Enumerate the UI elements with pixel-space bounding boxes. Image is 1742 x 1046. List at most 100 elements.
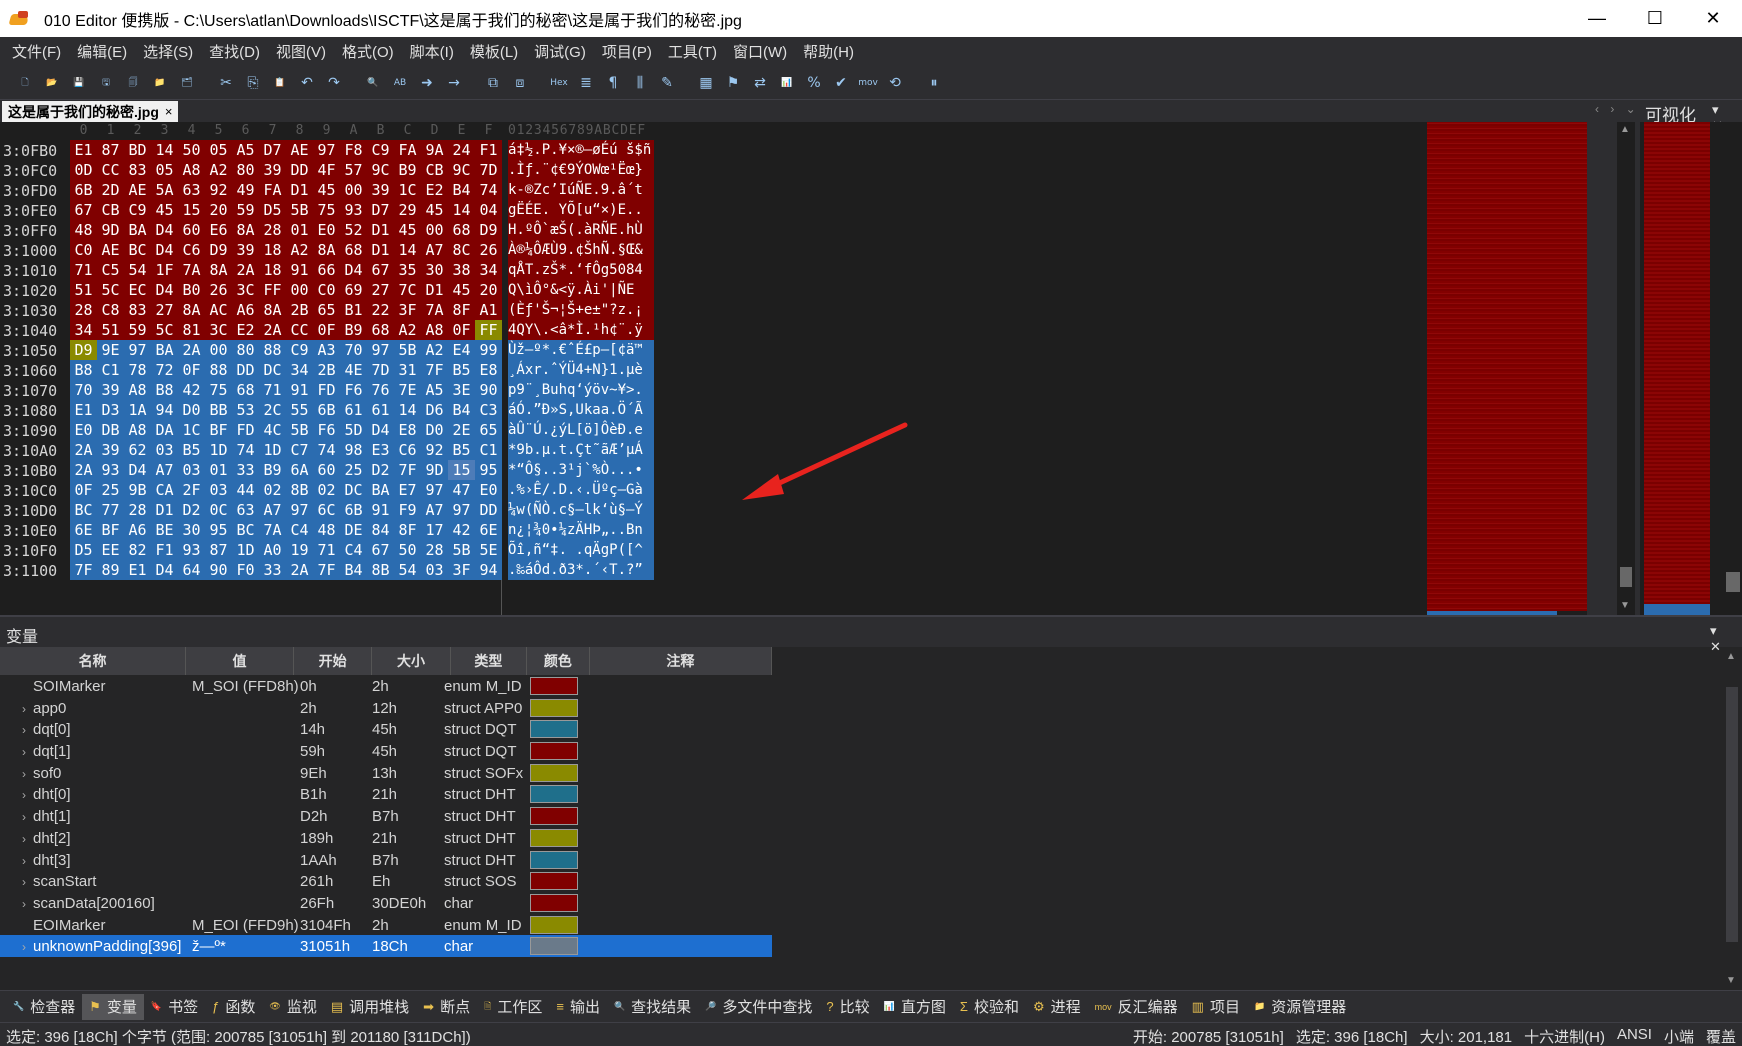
redo-icon[interactable]: ↷ (323, 72, 345, 94)
menu-item[interactable]: 文件(F) (4, 41, 69, 62)
hex-byte[interactable]: 9E (97, 340, 124, 360)
hex-byte[interactable]: 7F (421, 360, 448, 380)
hex-byte[interactable]: 93 (340, 200, 367, 220)
hex-byte[interactable]: 1F (151, 260, 178, 280)
tab-explorer[interactable]: 📁 资源管理器 (1247, 994, 1353, 1020)
hex-byte[interactable]: 34 (70, 320, 97, 340)
menu-item[interactable]: 窗口(W) (725, 41, 795, 62)
hex-byte[interactable]: 83 (124, 160, 151, 180)
hex-byte[interactable]: 39 (97, 440, 124, 460)
hex-byte[interactable]: CA (151, 480, 178, 500)
tab-variables[interactable]: ⚑ 变量 (82, 993, 144, 1020)
tab-checksum[interactable]: Σ 校验和 (953, 994, 1026, 1020)
hex-byte[interactable]: 2A (70, 440, 97, 460)
hex-byte[interactable]: D6 (421, 400, 448, 420)
close-tab-icon[interactable]: × (165, 104, 173, 119)
hex-byte[interactable]: D9 (475, 220, 502, 240)
hex-byte[interactable]: 5D (340, 420, 367, 440)
expand-chevron-icon[interactable]: › (22, 702, 26, 716)
hex-byte[interactable]: 0D (70, 160, 97, 180)
ascii-text[interactable]: n¿¦¾0•¼zÄHÞ„..Bn (508, 520, 654, 540)
hex-byte[interactable]: BF (205, 420, 232, 440)
variable-row[interactable]: › dht[2] 189h 21h struct DHT (0, 827, 772, 849)
hex-byte[interactable]: 7A (178, 260, 205, 280)
hex-byte[interactable]: BA (367, 480, 394, 500)
hex-byte[interactable]: 18 (259, 260, 286, 280)
hex-byte[interactable]: 88 (259, 340, 286, 360)
hex-byte[interactable]: 66 (313, 260, 340, 280)
hex-row[interactable]: 3:10A0 2A 39 62 03 B5 1D 74 1D C7 74 98 E3 C6 92 B5 C1 *9… (0, 440, 1427, 460)
minimap[interactable] (1427, 122, 1587, 615)
hex-row[interactable]: 3:0FB0 E1 87 BD 14 50 05 A5 D7 AE 97 F8 C9 FA 9A 24 F1 á‡… (0, 140, 1427, 160)
hex-byte[interactable]: 26 (475, 240, 502, 260)
hex-byte[interactable]: B5 (448, 440, 475, 460)
hex-byte[interactable]: 2F (178, 480, 205, 500)
hex-byte[interactable]: C0 (70, 240, 97, 260)
hex-byte[interactable]: 5B (394, 340, 421, 360)
hex-byte[interactable]: 54 (124, 260, 151, 280)
hex-row[interactable]: 3:1080 E1 D3 1A 94 D0 BB 53 2C 55 6B 61 61 14 D6 B4 C3 áÓ… (0, 400, 1427, 420)
menu-item[interactable]: 模板(L) (462, 41, 526, 62)
visualization-scroll-thumb[interactable] (1726, 572, 1740, 592)
ascii-text[interactable]: ¼w(ÑÒ.c§—lk‘ù§—Ý (508, 500, 654, 520)
hex-byte[interactable]: 20 (205, 200, 232, 220)
hex-byte[interactable]: 75 (205, 380, 232, 400)
hex-byte[interactable]: C1 (475, 440, 502, 460)
variable-row[interactable]: › app0 2h 12h struct APP0 (0, 697, 772, 719)
hex-row[interactable]: 3:0FD0 6B 2D AE 5A 63 92 49 FA D1 45 00 39 1C E2 B4 74 k-… (0, 180, 1427, 200)
variable-row[interactable]: › sof0 9Eh 13h struct SOFx (0, 762, 772, 784)
hex-byte[interactable]: 8C (448, 240, 475, 260)
hex-byte[interactable]: 0C (205, 500, 232, 520)
hex-byte[interactable]: 2A (259, 320, 286, 340)
ascii-text[interactable]: À®¼ÔÆÙ9.¢ŠhÑ.§Œ& (508, 240, 654, 260)
hex-byte[interactable]: D4 (151, 220, 178, 240)
tab-histogram[interactable]: 📊 直方图 (877, 994, 953, 1020)
hex-byte[interactable]: A6 (232, 300, 259, 320)
hex-byte[interactable]: 71 (259, 380, 286, 400)
hex-byte[interactable]: C5 (97, 260, 124, 280)
hex-byte[interactable]: C8 (97, 300, 124, 320)
find-in-files-icon[interactable]: ⧉ (482, 72, 504, 94)
variable-row[interactable]: › scanStart 261h Eh struct SOS (0, 870, 772, 892)
variables-scroll-thumb[interactable] (1726, 687, 1738, 942)
hex-byte[interactable]: 9B (124, 480, 151, 500)
hex-byte[interactable]: C9 (286, 340, 313, 360)
hex-byte[interactable]: A5 (421, 380, 448, 400)
hex-byte[interactable]: 7C (394, 280, 421, 300)
color-swatch[interactable] (530, 915, 578, 934)
hex-byte[interactable]: 24 (448, 140, 475, 160)
hex-row[interactable]: 3:1100 7F 89 E1 D4 64 90 F0 33 2A 7F B4 8B 54 03 3F 94 .‰… (0, 560, 1427, 580)
hex-byte[interactable]: D5 (70, 540, 97, 560)
hex-byte[interactable]: 74 (232, 440, 259, 460)
color-swatch[interactable] (530, 850, 578, 869)
visualization-panel[interactable] (1640, 122, 1742, 615)
hex-byte[interactable]: 78 (124, 360, 151, 380)
hex-byte[interactable]: 8B (367, 560, 394, 580)
hex-byte[interactable]: 2A (286, 560, 313, 580)
hex-byte[interactable]: D4 (151, 240, 178, 260)
hex-byte[interactable]: 45 (313, 180, 340, 200)
variable-row[interactable]: › dqt[0] 14h 45h struct DQT (0, 718, 772, 740)
hex-byte[interactable]: 28 (259, 220, 286, 240)
hex-byte[interactable]: 84 (367, 520, 394, 540)
variable-row[interactable]: › dht[0] B1h 21h struct DHT (0, 783, 772, 805)
save-as-icon[interactable]: 🖫 (95, 72, 117, 94)
hex-byte[interactable]: 4F (313, 160, 340, 180)
hex-byte[interactable]: A8 (421, 320, 448, 340)
hex-row[interactable]: 3:1070 70 39 A8 B8 42 75 68 71 91 FD F6 76 7E A5 3E 90 p9… (0, 380, 1427, 400)
hex-byte[interactable]: 05 (151, 160, 178, 180)
hex-byte[interactable]: 94 (151, 400, 178, 420)
hex-byte[interactable]: 2A (178, 340, 205, 360)
hex-byte[interactable]: 63 (232, 500, 259, 520)
hex-byte[interactable]: BD (124, 140, 151, 160)
hex-byte[interactable]: C4 (340, 540, 367, 560)
hex-byte[interactable]: E0 (313, 220, 340, 240)
hex-byte[interactable]: 2D (97, 180, 124, 200)
hex-byte[interactable]: 8F (394, 520, 421, 540)
tab-compare[interactable]: ? 比较 (819, 994, 876, 1020)
hex-byte[interactable]: 59 (232, 200, 259, 220)
hex-byte[interactable]: A2 (394, 320, 421, 340)
expand-chevron-icon[interactable]: › (22, 767, 26, 781)
hex-byte[interactable]: DA (151, 420, 178, 440)
tab-find-in-files[interactable]: 🔎 多文件中查找 (698, 994, 819, 1020)
